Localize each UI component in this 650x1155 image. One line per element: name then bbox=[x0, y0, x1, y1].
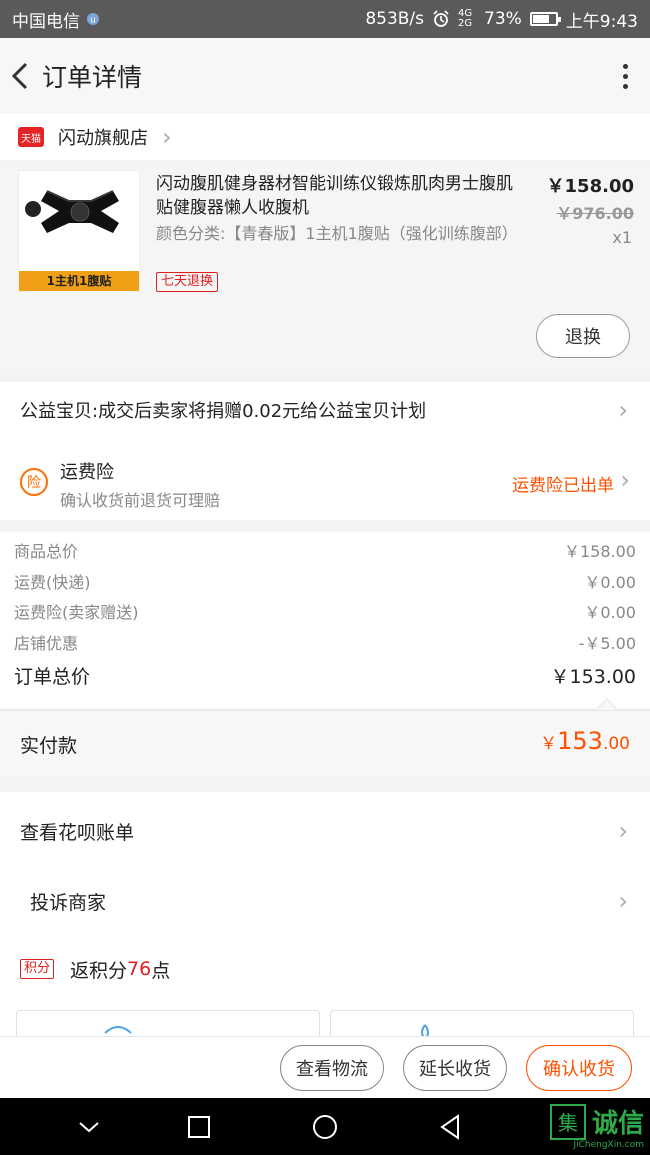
points-suffix: 点 bbox=[151, 959, 171, 982]
watermark-url: JiChengXin.com bbox=[573, 1140, 644, 1150]
paid-amount-row: 实付款 ￥153.00 bbox=[0, 710, 650, 776]
points-prefix: 返积分 bbox=[70, 959, 128, 982]
chevron-right-icon: › bbox=[620, 466, 630, 494]
complain-seller-row[interactable]: 投诉商家 › bbox=[0, 866, 650, 936]
paid-currency: ￥ bbox=[540, 734, 558, 754]
summary-value: ￥158.00 bbox=[564, 542, 636, 561]
tmall-icon: 天猫 bbox=[18, 127, 44, 147]
watermark-text: 诚信 bbox=[591, 1109, 644, 1139]
return-policy-badge: 七天退换 bbox=[156, 272, 219, 292]
network-speed: 853B/s bbox=[365, 9, 425, 29]
summary-value: ￥0.00 bbox=[584, 603, 636, 622]
product-title[interactable]: 闪动腹肌健身器材智能训练仪锻炼肌肉男士腹肌贴健腹器懒人收腹机 bbox=[156, 172, 516, 220]
image-caption: 1主机1腹贴 bbox=[19, 271, 139, 291]
confirm-receipt-button[interactable]: 确认收货 bbox=[526, 1045, 632, 1091]
shipping-insurance-row[interactable]: 险 运费险 确认收货前退货可理赔 运费险已出单 › bbox=[0, 438, 650, 520]
summary-label: 商品总价 bbox=[14, 542, 79, 561]
summary-row: 运费险(卖家赠送) ￥0.00 bbox=[14, 599, 636, 623]
battery-icon bbox=[529, 12, 561, 26]
paid-amount: ￥153.00 bbox=[540, 727, 630, 755]
charity-text: 公益宝贝:成交后卖家将捐赠0.02元给公益宝贝计划 bbox=[20, 401, 427, 422]
chevron-down-icon[interactable] bbox=[74, 1112, 104, 1142]
insurance-subtitle: 确认收货前退货可理赔 bbox=[60, 491, 221, 510]
chevron-right-icon: › bbox=[618, 887, 628, 915]
more-menu-button[interactable] bbox=[600, 38, 650, 114]
service-cards bbox=[0, 1008, 650, 1050]
bottom-action-bar: 查看物流 延长收货 确认收货 bbox=[0, 1036, 650, 1098]
extend-receipt-button[interactable]: 延长收货 bbox=[403, 1045, 507, 1091]
huabei-label: 查看花呗账单 bbox=[20, 821, 135, 844]
battery-percent: 73% bbox=[484, 9, 522, 29]
points-tag: 积分 bbox=[20, 959, 55, 979]
complain-label: 投诉商家 bbox=[30, 891, 107, 914]
shield-icon: u bbox=[87, 13, 99, 26]
network-type: 4G 2G bbox=[458, 8, 473, 29]
insurance-status: 运费险已出单 bbox=[512, 476, 614, 496]
product-image[interactable]: 1主机1腹贴 bbox=[18, 170, 140, 292]
back-arrow-icon bbox=[11, 62, 28, 90]
back-triangle-icon[interactable] bbox=[436, 1112, 466, 1142]
order-total-label: 订单总价 bbox=[14, 666, 91, 688]
alarm-icon bbox=[433, 10, 449, 27]
insurance-title: 运费险 bbox=[60, 462, 114, 483]
status-bar: 中国电信 u 853B/s 4G 2G 73% 上午9:43 bbox=[0, 0, 650, 38]
order-item[interactable]: 1主机1腹贴 闪动腹肌健身器材智能训练仪锻炼肌肉男士腹肌贴健腹器懒人收腹机 颜色… bbox=[0, 162, 650, 368]
price-summary: 商品总价 ￥158.00 运费(快递) ￥0.00 运费险(卖家赠送) ￥0.0… bbox=[0, 532, 650, 718]
summary-value: -￥5.00 bbox=[578, 634, 636, 653]
carrier-label: 中国电信 bbox=[12, 11, 80, 32]
ab-trainer-icon bbox=[25, 190, 119, 233]
summary-row: 运费(快递) ￥0.00 bbox=[14, 569, 636, 593]
summary-label: 运费(快递) bbox=[14, 573, 91, 592]
system-nav-bar: 集 诚信 JiChengXin.com bbox=[0, 1098, 650, 1155]
summary-label: 店铺优惠 bbox=[14, 634, 79, 653]
watermark-logo: 集 诚信 bbox=[549, 1103, 644, 1140]
clock: 上午9:43 bbox=[565, 11, 638, 32]
recent-apps-icon[interactable] bbox=[184, 1112, 214, 1142]
page-title: 订单详情 bbox=[42, 63, 143, 92]
summary-label: 运费险(卖家赠送) bbox=[14, 603, 139, 622]
chevron-right-icon: › bbox=[618, 817, 628, 845]
paid-decimal: .00 bbox=[602, 734, 630, 754]
chevron-right-icon: › bbox=[618, 396, 628, 424]
summary-row: 店铺优惠 -￥5.00 bbox=[14, 630, 636, 654]
shop-name: 闪动旗舰店 bbox=[58, 128, 148, 149]
return-exchange-button[interactable]: 退换 bbox=[536, 314, 630, 358]
order-total-value: ￥153.00 bbox=[550, 666, 636, 688]
huabei-bill-row[interactable]: 查看花呗账单 › bbox=[0, 796, 650, 866]
product-price: ￥158.00 bbox=[546, 176, 634, 197]
summary-row: 商品总价 ￥158.00 bbox=[14, 538, 636, 562]
chevron-right-icon: › bbox=[162, 123, 172, 151]
watermark-glyph: 集 bbox=[549, 1103, 586, 1140]
svg-text:u: u bbox=[90, 16, 96, 26]
product-quantity: x1 bbox=[612, 228, 632, 247]
view-logistics-button[interactable]: 查看物流 bbox=[280, 1045, 384, 1091]
insurance-icon: 险 bbox=[20, 468, 48, 496]
paid-integer: 153 bbox=[557, 727, 603, 755]
summary-value: ￥0.00 bbox=[584, 573, 636, 592]
more-dots-icon bbox=[622, 63, 628, 69]
product-spec: 颜色分类:【青春版】1主机1腹贴（强化训练腹部） bbox=[156, 224, 518, 243]
charity-row[interactable]: 公益宝贝:成交后卖家将捐赠0.02元给公益宝贝计划 › bbox=[0, 382, 650, 438]
title-bar: 订单详情 bbox=[0, 38, 650, 114]
order-actions-list: 查看花呗账单 › 投诉商家 › 积分 返积分 76 点 bbox=[0, 792, 650, 1022]
back-button[interactable] bbox=[0, 38, 40, 114]
shop-row[interactable]: 天猫 闪动旗舰店 › bbox=[0, 114, 650, 160]
home-icon[interactable] bbox=[310, 1112, 340, 1142]
order-total-row: 订单总价 ￥153.00 bbox=[14, 662, 636, 689]
original-price: ￥976.00 bbox=[556, 204, 634, 223]
paid-label: 实付款 bbox=[20, 735, 78, 757]
points-row: 积分 返积分 76 点 bbox=[0, 934, 650, 1004]
points-number: 76 bbox=[127, 958, 152, 980]
